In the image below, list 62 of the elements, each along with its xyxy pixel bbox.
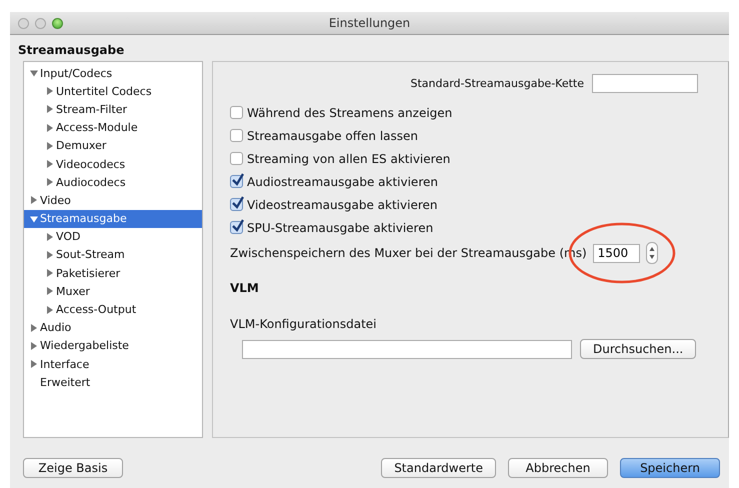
checkbox[interactable] bbox=[230, 129, 243, 142]
zoom-button[interactable] bbox=[52, 18, 63, 28]
file-path-field[interactable] bbox=[242, 340, 572, 358]
disclosure-triangle-icon[interactable] bbox=[46, 232, 54, 241]
section-heading: VLM bbox=[230, 281, 260, 295]
disclosure-triangle-icon[interactable] bbox=[30, 360, 38, 368]
tree-item[interactable]: Access-Output bbox=[24, 300, 202, 319]
tree-item[interactable]: Muxer bbox=[24, 282, 202, 300]
dialog-button[interactable]: Abbrechen bbox=[508, 458, 608, 478]
disclosure-triangle-icon[interactable] bbox=[46, 250, 54, 259]
checkbox-label: Videostreamausgabe aktivieren bbox=[247, 198, 438, 212]
disclosure-triangle-icon[interactable] bbox=[46, 142, 54, 150]
input-field[interactable] bbox=[592, 74, 698, 93]
tree-item[interactable]: Videocodecs bbox=[24, 154, 202, 174]
checkbox[interactable] bbox=[230, 152, 243, 165]
disclosure-triangle-icon[interactable] bbox=[46, 287, 54, 296]
section-title: Streamausgabe bbox=[17, 42, 126, 59]
save-button[interactable]: Speichern bbox=[620, 458, 720, 478]
disclosure-triangle-icon[interactable] bbox=[46, 105, 54, 114]
tree-item[interactable]: Audiocodecs bbox=[24, 173, 202, 192]
disclosure-triangle-icon[interactable] bbox=[46, 87, 54, 96]
disclosure-triangle-icon[interactable] bbox=[46, 306, 54, 314]
tree-item[interactable]: Input/Codecs bbox=[24, 64, 202, 82]
checkbox[interactable] bbox=[230, 175, 243, 188]
checkbox[interactable] bbox=[230, 198, 243, 211]
tree-item[interactable]: Sout-Stream bbox=[24, 246, 202, 264]
tree-item[interactable]: Stream-Filter bbox=[24, 100, 202, 119]
checkbox[interactable] bbox=[230, 106, 243, 119]
disclosure-triangle-icon[interactable] bbox=[46, 160, 54, 168]
tree-item[interactable]: Wiedergabeliste bbox=[24, 336, 202, 355]
show-basic-button[interactable]: Zeige Basis bbox=[23, 458, 123, 478]
tree-item[interactable]: Paketisierer bbox=[24, 264, 202, 282]
stepper-control[interactable] bbox=[646, 242, 658, 264]
tree-item[interactable]: Audio bbox=[24, 318, 202, 337]
dialog-button[interactable]: Standardwerte bbox=[381, 458, 496, 478]
tree-item[interactable]: Untertitel Codecs bbox=[24, 82, 202, 100]
tree-item[interactable]: Interface bbox=[24, 355, 202, 374]
window-title: Einstellungen bbox=[328, 16, 412, 30]
tree-item[interactable]: Erweitert bbox=[24, 373, 202, 392]
checkbox-label: Streamausgabe offen lassen bbox=[247, 128, 418, 142]
checkbox[interactable] bbox=[230, 221, 243, 234]
disclosure-triangle-icon[interactable] bbox=[46, 124, 54, 132]
disclosure-triangle-icon[interactable] bbox=[30, 214, 38, 223]
tree-item[interactable]: Access-Module bbox=[24, 118, 202, 137]
number-field[interactable]: 1500 bbox=[592, 244, 640, 262]
tree-item[interactable]: Video bbox=[24, 191, 202, 210]
disclosure-triangle-icon[interactable] bbox=[30, 342, 38, 350]
checkbox-label: Audiostreamausgabe aktivieren bbox=[247, 174, 438, 188]
disclosure-triangle-icon[interactable] bbox=[46, 178, 54, 186]
tree-item[interactable]: Demuxer bbox=[24, 136, 202, 155]
browse-button[interactable]: Durchsuchen... bbox=[580, 339, 696, 359]
disclosure-triangle-icon[interactable] bbox=[46, 269, 54, 278]
checkbox-label: SPU-Streamausgabe aktivieren bbox=[247, 220, 434, 234]
field-label: Standard-Streamausgabe-Kette bbox=[410, 77, 584, 90]
disclosure-triangle-icon[interactable] bbox=[30, 69, 38, 78]
checkbox-label: Während des Streamens anzeigen bbox=[247, 106, 452, 120]
tree-item[interactable]: Streamausgabe bbox=[24, 210, 202, 228]
field-label: VLM-Konfigurationsdatei bbox=[230, 317, 378, 331]
checkbox-label: Streaming von allen ES aktivieren bbox=[247, 152, 450, 166]
disclosure-triangle-icon[interactable] bbox=[30, 324, 38, 332]
disclosure-triangle-icon[interactable] bbox=[30, 196, 38, 204]
tree-item[interactable]: VOD bbox=[24, 228, 202, 246]
